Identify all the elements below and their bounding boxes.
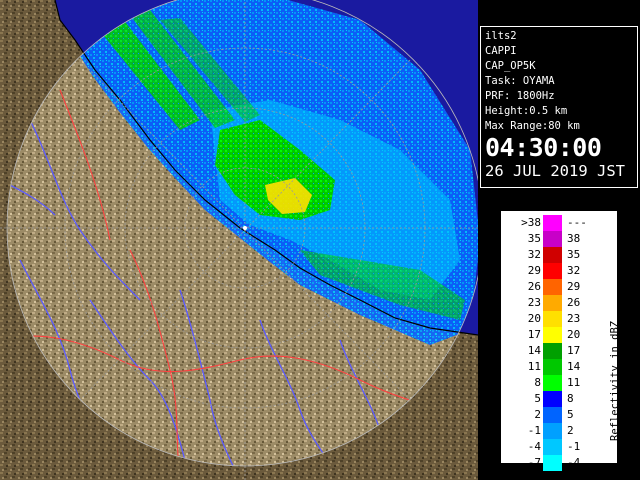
legend-rows: >38 --- 35 38 32 35 29 32 26 29 23 26 20 23 17 20 14 17 11…	[507, 215, 597, 471]
radar-map	[0, 0, 478, 480]
legend-color-swatch	[543, 327, 562, 343]
legend-lower-bound: 17	[527, 328, 541, 341]
legend-color-swatch	[543, 407, 562, 423]
legend-lower-bound: 29	[527, 264, 541, 277]
legend-color-swatch	[543, 375, 562, 391]
legend-row: -1 2	[507, 423, 597, 439]
reflectivity-legend: >38 --- 35 38 32 35 29 32 26 29 23 26 20 23 17 20 14 17 11…	[500, 210, 621, 471]
legend-lower-bound: 14	[527, 344, 541, 357]
legend-color-swatch	[543, 423, 562, 439]
legend-row: 23 26	[507, 295, 597, 311]
legend-row: 32 35	[507, 247, 597, 263]
legend-row: 8 11	[507, 375, 597, 391]
legend-lower-bound: 8	[534, 376, 541, 389]
legend-upper-bound: 5	[567, 408, 574, 421]
legend-upper-bound: 23	[567, 312, 581, 325]
product-type: CAPPI	[485, 45, 517, 57]
max-range-label: Max Range:80 km	[485, 120, 580, 132]
prf-label: PRF: 1800Hz	[485, 90, 555, 102]
height-label: Height:0.5 km	[485, 105, 568, 117]
legend-color-swatch	[543, 439, 562, 455]
legend-row: -7 -4	[507, 455, 597, 471]
legend-color-swatch	[543, 343, 562, 359]
legend-lower-bound: 5	[534, 392, 541, 405]
legend-lower-bound: 35	[527, 232, 541, 245]
legend-row: 25	[507, 407, 597, 423]
legend-upper-bound: -4	[567, 456, 581, 469]
legend-row: 35 38	[507, 231, 597, 247]
radar-name: ilts2	[485, 30, 517, 42]
legend-row: 20 23	[507, 311, 597, 327]
legend-row: 29 32	[507, 263, 597, 279]
legend-lower-bound: 32	[527, 248, 541, 261]
legend-lower-bound: 23	[527, 296, 541, 309]
legend-lower-bound: -7	[527, 456, 541, 469]
legend-color-swatch	[543, 311, 562, 327]
legend-upper-bound: 8	[567, 392, 574, 405]
radar-site-marker	[243, 226, 247, 230]
legend-color-swatch	[543, 455, 562, 471]
task-label: Task: OYAMA	[485, 75, 555, 87]
legend-color-swatch	[543, 359, 562, 375]
legend-row: -4 -1	[507, 439, 597, 455]
observation-time: 04:30:00	[485, 133, 602, 162]
legend-color-swatch	[543, 215, 562, 231]
legend-upper-bound: 17	[567, 344, 581, 357]
legend-color-swatch	[543, 391, 562, 407]
legend-row: 58	[507, 391, 597, 407]
legend-upper-bound: 26	[567, 296, 581, 309]
legend-lower-bound: >38	[521, 216, 541, 229]
legend-color-swatch	[543, 247, 562, 263]
legend-color-swatch	[543, 231, 562, 247]
legend-upper-bound: 11	[567, 376, 581, 389]
legend-upper-bound: -1	[567, 440, 581, 453]
info-panel: ilts2 CAPPI CAP_OP5K Task: OYAMA PRF: 18…	[480, 26, 638, 188]
legend-upper-bound: 35	[567, 248, 581, 261]
product-name: CAP_OP5K	[485, 60, 536, 72]
legend-upper-bound: 20	[567, 328, 581, 341]
legend-lower-bound: -1	[527, 424, 541, 437]
legend-row: 14 17	[507, 343, 597, 359]
legend-upper-bound: 14	[567, 360, 581, 373]
legend-lower-bound: 11	[527, 360, 541, 373]
legend-row: >38 ---	[507, 215, 597, 231]
legend-upper-bound: ---	[567, 216, 587, 229]
legend-lower-bound: 20	[527, 312, 541, 325]
legend-upper-bound: 29	[567, 280, 581, 293]
legend-row: 26 29	[507, 279, 597, 295]
legend-unit-label: Reflectivity in dBZ	[609, 320, 621, 441]
legend-lower-bound: 26	[527, 280, 541, 293]
legend-upper-bound: 38	[567, 232, 581, 245]
legend-color-swatch	[543, 263, 562, 279]
legend-color-swatch	[543, 295, 562, 311]
legend-lower-bound: 2	[534, 408, 541, 421]
legend-row: 11 14	[507, 359, 597, 375]
legend-upper-bound: 2	[567, 424, 574, 437]
observation-date: 26 JUL 2019 JST	[485, 162, 625, 180]
legend-color-swatch	[543, 279, 562, 295]
legend-lower-bound: -4	[527, 440, 541, 453]
legend-row: 17 20	[507, 327, 597, 343]
legend-upper-bound: 32	[567, 264, 581, 277]
